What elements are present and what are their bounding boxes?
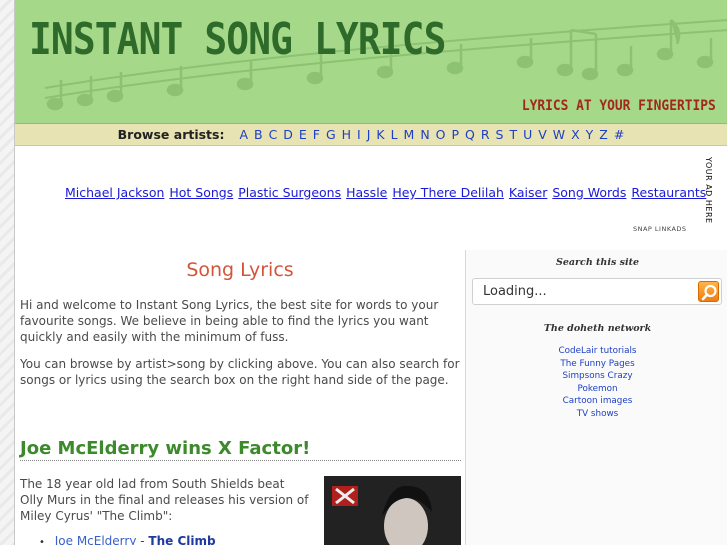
browse-letter-link[interactable]: Z: [599, 127, 608, 142]
search-input[interactable]: [473, 279, 697, 304]
browse-letter-link[interactable]: X: [571, 127, 580, 142]
news-song-list: Joe McElderry - The Climb: [39, 534, 216, 545]
ad-link[interactable]: Kaiser: [509, 185, 547, 200]
your-ad-here-label[interactable]: YOUR AD HERE: [691, 157, 713, 237]
list-item: Cartoon images: [466, 395, 727, 408]
snap-linkads-label[interactable]: SNAP LINKADS: [633, 225, 687, 233]
search-button[interactable]: [698, 281, 719, 302]
x-factor-photo: [324, 476, 461, 545]
list-item: TV shows: [466, 408, 727, 421]
news-paragraph: The 18 year old lad from South Shields b…: [20, 477, 309, 523]
news-artist-link[interactable]: Joe McElderry: [55, 534, 137, 545]
news-photo: [324, 476, 461, 545]
browse-artists-bar: Browse artists: A B C D E F G H I J K L …: [15, 124, 727, 146]
browse-letter-link[interactable]: C: [269, 127, 278, 142]
browse-letter-link[interactable]: P: [451, 127, 459, 142]
browse-letter-link[interactable]: N: [420, 127, 429, 142]
browse-letter-link[interactable]: #: [614, 127, 624, 142]
network-link[interactable]: Cartoon images: [563, 396, 633, 406]
browse-letter-link[interactable]: J: [367, 127, 371, 142]
list-item: Joe McElderry - The Climb: [39, 534, 216, 545]
sidebar: Search this site The doheth network Code…: [465, 250, 727, 545]
network-link[interactable]: CodeLair tutorials: [558, 346, 636, 356]
browse-letter-link[interactable]: A: [239, 127, 248, 142]
browse-letter-link[interactable]: U: [523, 127, 532, 142]
browse-letter-link[interactable]: F: [313, 127, 320, 142]
list-item: Pokemon: [466, 383, 727, 396]
intro-paragraph: Hi and welcome to Instant Song Lyrics, t…: [20, 298, 439, 344]
browse-letter-link[interactable]: D: [283, 127, 293, 142]
site-tagline: LYRICS AT YOUR FINGERTIPS: [522, 98, 716, 114]
browse-letter-link[interactable]: V: [538, 127, 547, 142]
browse-letter-link[interactable]: H: [342, 127, 351, 142]
list-item: The Funny Pages: [466, 358, 727, 371]
ad-link[interactable]: Hassle: [346, 185, 387, 200]
browse-letter-link[interactable]: Q: [465, 127, 475, 142]
network-link[interactable]: TV shows: [577, 409, 619, 419]
search-heading: Search this site: [555, 257, 639, 268]
browse-letter-link[interactable]: W: [553, 127, 565, 142]
browse-letter-link[interactable]: K: [376, 127, 384, 142]
browse-letter-link[interactable]: R: [481, 127, 490, 142]
browse-letter-link[interactable]: T: [509, 127, 517, 142]
browse-letter-link[interactable]: L: [391, 127, 398, 142]
browse-letter-link[interactable]: E: [299, 127, 307, 142]
ad-link[interactable]: Hot Songs: [169, 185, 233, 200]
site-logo[interactable]: INSTANT SONG LYRICS: [29, 14, 446, 65]
browse-letter-link[interactable]: S: [496, 127, 504, 142]
news-separator: -: [136, 534, 149, 545]
list-item: Simpsons Crazy: [466, 370, 727, 383]
ad-strip: Michael Jackson Hot Songs Plastic Surgeo…: [15, 147, 727, 237]
ad-link[interactable]: Song Words: [552, 185, 626, 200]
network-link[interactable]: Simpsons Crazy: [562, 371, 632, 381]
ad-link[interactable]: Hey There Delilah: [392, 185, 504, 200]
news-song-link[interactable]: The Climb: [148, 534, 215, 545]
browse-letters: A B C D E F G H I J K L M N O P Q R S T …: [238, 127, 625, 142]
ad-link[interactable]: Plastic Surgeons: [238, 185, 341, 200]
browse-letter-link[interactable]: O: [436, 127, 446, 142]
browse-instructions-paragraph: You can browse by artist>song by clickin…: [20, 357, 460, 387]
browse-letter-link[interactable]: I: [357, 127, 361, 142]
news-title: Joe McElderry wins X Factor!: [20, 438, 461, 461]
search-box: [472, 278, 722, 305]
browse-artists-label: Browse artists:: [117, 127, 225, 142]
network-heading: The doheth network: [543, 323, 652, 334]
ad-links: Michael Jackson Hot Songs Plastic Surgeo…: [65, 185, 707, 200]
browse-letter-link[interactable]: G: [326, 127, 336, 142]
site-header: INSTANT SONG LYRICS LYRICS AT YOUR FINGE…: [15, 0, 727, 124]
browse-letter-link[interactable]: B: [254, 127, 263, 142]
search-icon: [701, 284, 717, 301]
network-links: CodeLair tutorials The Funny Pages Simpson…: [466, 345, 727, 421]
browse-letter-link[interactable]: M: [404, 127, 415, 142]
page: INSTANT SONG LYRICS LYRICS AT YOUR FINGE…: [14, 0, 727, 545]
browse-letter-link[interactable]: Y: [586, 127, 594, 142]
main-content: Song Lyrics Hi and welcome to Instant So…: [15, 250, 465, 545]
network-link[interactable]: Pokemon: [577, 384, 617, 394]
list-item: CodeLair tutorials: [466, 345, 727, 358]
ad-link[interactable]: Michael Jackson: [65, 185, 164, 200]
page-title: Song Lyrics: [186, 259, 294, 281]
network-link[interactable]: The Funny Pages: [560, 359, 634, 369]
